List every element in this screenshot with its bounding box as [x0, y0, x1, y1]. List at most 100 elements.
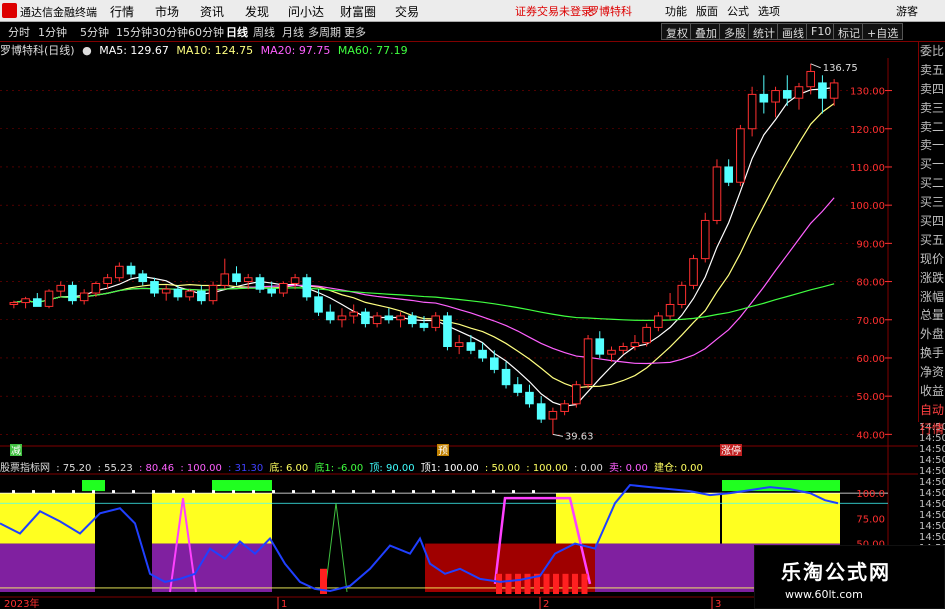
dot-marker [492, 490, 495, 494]
candle-body [255, 277, 265, 290]
settings-gear-icon[interactable]: ● [82, 44, 92, 57]
candle-body [466, 342, 476, 351]
candle-body [361, 311, 370, 325]
draw-line-button[interactable]: 画线 [777, 23, 809, 40]
menu-wealth[interactable]: 财富圈 [340, 3, 376, 20]
price-tick-label: 120.00 [850, 125, 885, 136]
ind-value-11: : 100.00 [526, 463, 568, 474]
side-panel-item: 涨跌 [919, 270, 944, 285]
indicator-tick-label: 75.00 [856, 514, 885, 525]
ind-bottom1: 底1: -6.00 [314, 463, 364, 474]
right-time-label: 14:50 [919, 499, 945, 510]
candle-body [642, 326, 651, 344]
ma5-label: MA5: 129.67 [99, 44, 169, 57]
statistics-button[interactable]: 统计 [748, 23, 780, 40]
menu-trade[interactable]: 交易 [395, 3, 419, 20]
time-year-label: 2023年 [4, 597, 39, 609]
guest-user[interactable]: 游客 [896, 3, 918, 19]
period-more[interactable]: 更多 [344, 24, 366, 40]
period-monthly[interactable]: 月线 [282, 24, 304, 40]
menu-function[interactable]: 功能 [665, 3, 687, 19]
candle-body [349, 311, 358, 317]
dot-marker [252, 490, 255, 494]
menu-discover[interactable]: 发现 [245, 3, 269, 20]
yellow-zone [556, 493, 720, 544]
menu-market-quotes[interactable]: 行情 [110, 3, 134, 20]
dot-marker [232, 490, 235, 494]
side-panel-item[interactable]: 行情 [919, 420, 945, 439]
candle-body [325, 311, 335, 321]
dot-marker [52, 490, 55, 494]
right-time-label: 14:50 [919, 488, 945, 499]
app-logo-icon [2, 3, 17, 18]
stock-title: 罗博特科(日线) [0, 44, 75, 57]
right-time-label: 14:50 [919, 510, 945, 521]
f10-button[interactable]: F10 [806, 23, 837, 40]
menu-layout[interactable]: 版面 [696, 3, 718, 19]
green-block [722, 480, 840, 492]
menu-market[interactable]: 市场 [155, 3, 179, 20]
period-multi[interactable]: 多周期 [308, 24, 341, 40]
quote-side-panel: 委比 卖五 卖四 卖三 卖二 卖一 买一 买二 买三 买四 买五 现价 涨跌 涨幅 总量 外盘 换手 净资 收益 自动… [918, 42, 945, 436]
dot-marker [32, 490, 35, 494]
period-weekly[interactable]: 周线 [253, 24, 275, 40]
candle-body [314, 296, 323, 313]
candle-body [384, 315, 394, 321]
adjust-button[interactable]: 复权 [661, 23, 693, 40]
candle-body [618, 346, 628, 351]
candle-body [736, 128, 745, 183]
period-5min[interactable]: 5分钟 [80, 24, 109, 40]
candle-body [806, 70, 816, 88]
trade-login-status[interactable]: 证券交易未登录 [515, 3, 592, 19]
dot-marker [212, 490, 215, 494]
candle-body [665, 303, 675, 317]
candle-body [173, 288, 183, 298]
green-block [82, 480, 105, 492]
candle-body [267, 288, 276, 294]
candle-body [525, 391, 534, 405]
mark-button[interactable]: 标记 [833, 23, 865, 40]
period-60min[interactable]: 60分钟 [188, 24, 224, 40]
side-panel-item: 买五 [919, 232, 944, 247]
candle-body [197, 290, 206, 302]
chart-area[interactable]: 130.00 120.00 110.00 100.00 90.00 80.00 70.00 6… [0, 58, 945, 609]
period-daily[interactable]: 日线 [226, 24, 248, 40]
candle-body [700, 219, 710, 260]
menu-formula[interactable]: 公式 [727, 3, 749, 19]
period-intraday[interactable]: 分时 [8, 24, 30, 40]
menu-options[interactable]: 选项 [758, 3, 780, 19]
green-block [212, 480, 272, 492]
side-panel-item: 买四 [919, 214, 944, 229]
side-panel-item: 买三 [919, 195, 944, 210]
menu-ask[interactable]: 问小达 [288, 3, 324, 20]
candle-body [115, 265, 124, 279]
price-tick-label: 100.00 [850, 201, 885, 212]
dot-marker [532, 490, 535, 494]
period-30min[interactable]: 30分钟 [152, 24, 188, 40]
candle-body [337, 315, 347, 321]
side-panel-item[interactable]: 自动 [919, 401, 945, 420]
ind-build: 建仓: 0.00 [654, 463, 703, 474]
dot-marker [192, 490, 195, 494]
menu-news[interactable]: 资讯 [200, 3, 224, 20]
ind-sell: 卖: 0.00 [609, 463, 648, 474]
dot-marker [372, 490, 375, 494]
red-bar [524, 573, 531, 594]
low-arrow [552, 433, 563, 437]
candle-body [572, 384, 581, 405]
multi-stock-button[interactable]: 多股 [719, 23, 751, 40]
indicator-title[interactable]: 股票指标网 [0, 463, 50, 474]
add-watchlist-button[interactable]: +自选 [862, 23, 904, 40]
period-1min[interactable]: 1分钟 [38, 24, 67, 40]
period-15min[interactable]: 15分钟 [116, 24, 152, 40]
app-title: 通达信金融终端 [20, 6, 97, 19]
right-time-label: 14:50 [919, 466, 945, 477]
high-price-label: 136.75 [823, 63, 858, 74]
overlay-button[interactable]: 叠加 [690, 23, 722, 40]
candle-body [747, 93, 757, 130]
dot-marker [72, 490, 75, 494]
event-marker-label: 涨停 [721, 444, 741, 457]
dot-marker [332, 490, 335, 494]
candle-body [32, 298, 42, 307]
candle-body [302, 277, 312, 298]
